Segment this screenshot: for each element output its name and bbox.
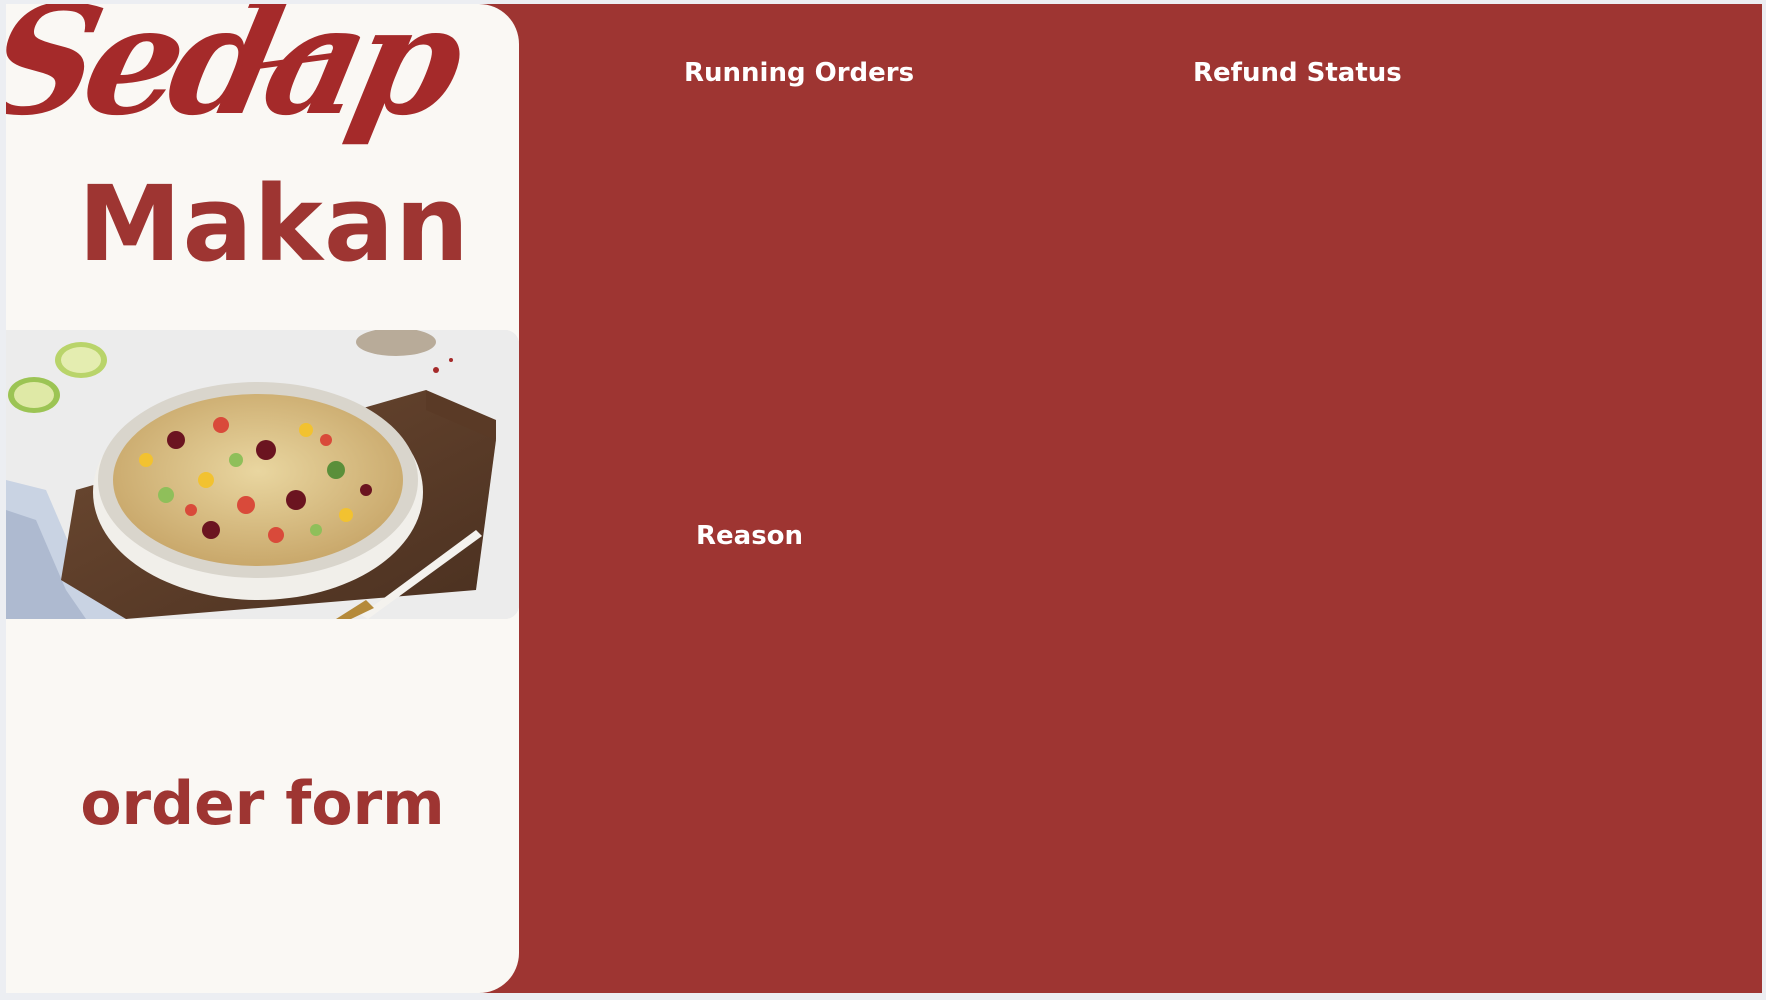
food-bowl-photo xyxy=(6,330,519,619)
brand-script-logo: Sedap xyxy=(6,4,469,149)
brand-panel: Sedap Makan order form xyxy=(6,4,519,993)
refund-status-heading: Refund Status xyxy=(1193,58,1402,88)
order-form-title: order form xyxy=(80,769,445,839)
running-orders-heading: Running Orders xyxy=(684,58,915,88)
reason-heading: Reason xyxy=(696,521,804,551)
order-form-canvas: Sedap Makan order form Running Orders Re… xyxy=(6,4,1762,993)
food-bowl-illustration xyxy=(6,330,519,619)
brand-word: Makan xyxy=(78,163,471,285)
brand-script-text: Sedap xyxy=(6,4,470,149)
